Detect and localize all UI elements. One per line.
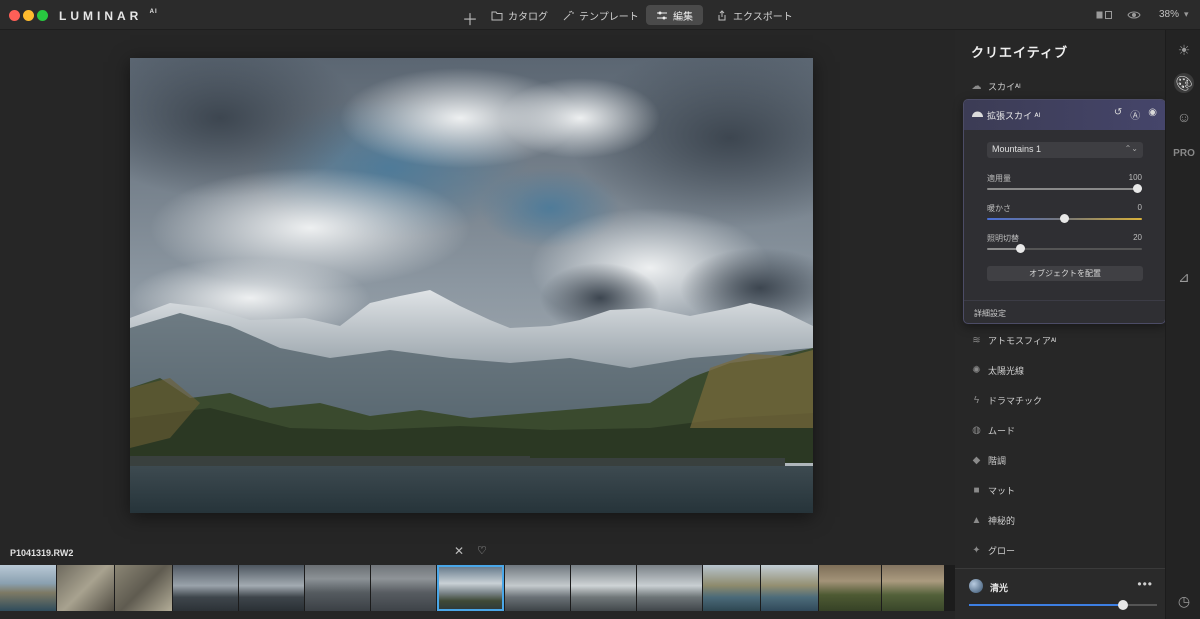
filmstrip-thumbnail[interactable] — [305, 565, 370, 611]
reject-icon[interactable]: ✕ — [454, 544, 464, 558]
luminance-label: 清光 — [990, 583, 1009, 593]
filmstrip-thumbnail-selected[interactable] — [437, 565, 504, 611]
compare-icon[interactable] — [1096, 10, 1112, 20]
more-options-icon[interactable]: ••• — [1137, 577, 1153, 591]
horizon-icon — [972, 111, 983, 117]
sky-card-header[interactable]: 拡張スカイ ᴬᴵ ↺ Ⓐ ◉ — [964, 100, 1165, 130]
luminance-control: 清光 ••• — [955, 568, 1165, 619]
filmstrip-thumbnail[interactable] — [239, 565, 304, 611]
tool-category-bar: ☀ 🎨︎ ☺ PRO ⊿ ◷ — [1165, 30, 1200, 619]
tool-sky[interactable]: ☁ スカイᴬᴵ — [971, 80, 1021, 93]
tool-sunrays[interactable]: ✺ 太陽光線 — [971, 364, 1024, 377]
tool-toning[interactable]: ◆ 階調 — [971, 454, 1006, 467]
tab-export[interactable]: エクスポート — [716, 8, 793, 23]
sun-icon[interactable]: ☀ — [1174, 40, 1194, 60]
mystical-icon: ▲ — [971, 515, 982, 526]
tab-catalog[interactable]: カタログ — [491, 8, 548, 23]
slider-label-warmth: 暖かさ — [987, 204, 1011, 213]
share-icon — [718, 10, 726, 21]
luminance-slider-handle[interactable] — [1118, 600, 1129, 610]
close-window-button[interactable] — [9, 10, 20, 21]
photo-image — [130, 58, 813, 513]
slider-relight[interactable] — [987, 244, 1142, 253]
history-clock-icon[interactable]: ◷ — [1174, 591, 1194, 611]
portrait-face-icon[interactable]: ☺ — [1174, 107, 1194, 127]
sunrays-icon: ✺ — [972, 365, 981, 376]
filmstrip-thumbnail[interactable] — [57, 565, 114, 611]
ai-icon[interactable]: Ⓐ — [1130, 107, 1140, 122]
slider-handle[interactable] — [1016, 244, 1026, 253]
chevron-updown-icon: ⌃⌄ — [1124, 144, 1138, 153]
photo-canvas[interactable] — [130, 58, 813, 513]
zoom-level[interactable]: 38% — [1159, 9, 1179, 20]
reset-icon[interactable]: ↺ — [1114, 107, 1122, 122]
pro-badge[interactable]: PRO — [1173, 143, 1195, 163]
filmstrip-thumbnail[interactable] — [761, 565, 818, 611]
sky-replacement-card: 拡張スカイ ᴬᴵ ↺ Ⓐ ◉ Mountains 1 ⌃⌄ 適用量 100 暖か… — [963, 99, 1166, 324]
tool-matte[interactable]: ■ マット — [971, 484, 1015, 497]
image-filename: P1041319.RW2 — [10, 548, 74, 558]
filmstrip-thumbnail[interactable] — [0, 565, 56, 611]
filmstrip-thumbnail[interactable] — [882, 565, 944, 611]
folder-icon — [491, 11, 503, 21]
advanced-settings[interactable]: 詳細設定 — [964, 300, 1165, 323]
zoom-window-button[interactable] — [37, 10, 48, 21]
slider-handle[interactable] — [1133, 184, 1142, 193]
sky-selection-dropdown[interactable]: Mountains 1 ⌃⌄ — [987, 142, 1143, 158]
minimize-window-button[interactable] — [23, 10, 34, 21]
sliders-icon — [657, 11, 667, 19]
tool-dramatic[interactable]: ϟ ドラマチック — [971, 394, 1042, 407]
filmstrip — [0, 565, 955, 611]
filmstrip-thumbnail[interactable] — [505, 565, 570, 611]
toggle-visibility-icon[interactable]: ◉ — [1148, 107, 1157, 122]
luminance-slider[interactable] — [969, 600, 1157, 610]
slider-label-relight: 照明切替 — [987, 234, 1019, 243]
tab-edit[interactable]: 編集 — [646, 5, 703, 25]
slider-label-amount: 適用量 — [987, 174, 1011, 183]
atmosphere-icon: ≋ — [972, 335, 981, 346]
slider-amount[interactable] — [987, 184, 1142, 193]
magic-wand-icon — [563, 10, 574, 21]
place-object-button[interactable]: オブジェクトを配置 — [987, 266, 1143, 281]
tool-mood[interactable]: ◍ ムード — [971, 424, 1015, 437]
filmstrip-thumbnail[interactable] — [371, 565, 436, 611]
toning-icon: ◆ — [972, 455, 981, 466]
filmstrip-thumbnail[interactable] — [173, 565, 238, 611]
tool-atmosphere[interactable]: ≋ アトモスフィアᴬᴵ — [971, 334, 1056, 347]
slider-value-amount: 100 — [1128, 173, 1142, 182]
slider-value-warmth: 0 — [1137, 203, 1142, 212]
filmstrip-thumbnail[interactable] — [571, 565, 636, 611]
eye-icon[interactable] — [1127, 10, 1141, 20]
luminance-slider-fill — [969, 604, 1124, 606]
filmstrip-thumbnail[interactable] — [115, 565, 172, 611]
filmstrip-thumbnail[interactable] — [819, 565, 881, 611]
top-bar: LUMINAR AI ＋ カタログ テンプレート 編集 エクスポート 38% ▾ — [0, 0, 1200, 30]
mood-icon: ◍ — [972, 425, 981, 436]
slider-handle[interactable] — [1060, 214, 1069, 223]
chevron-down-icon[interactable]: ▾ — [1184, 9, 1189, 20]
filmstrip-thumbnail[interactable] — [703, 565, 760, 611]
dramatic-icon: ϟ — [973, 395, 980, 406]
cloud-icon: ☁ — [971, 81, 982, 92]
luminance-globe-icon — [969, 579, 983, 593]
tab-template[interactable]: テンプレート — [562, 8, 639, 23]
tool-mystical[interactable]: ▲ 神秘的 — [971, 514, 1015, 527]
layers-icon[interactable]: ⊿ — [1174, 267, 1194, 287]
slider-warmth[interactable] — [987, 214, 1142, 223]
favorite-heart-icon[interactable]: ♡ — [477, 544, 487, 557]
palette-icon[interactable]: 🎨︎ — [1174, 73, 1194, 93]
add-photos-button[interactable]: ＋ — [462, 6, 478, 30]
slider-value-relight: 20 — [1133, 233, 1142, 242]
filmstrip-thumbnail[interactable] — [637, 565, 702, 611]
panel-title: クリエイティブ — [971, 45, 1068, 60]
matte-icon: ■ — [973, 485, 980, 496]
tool-glow[interactable]: ✦ グロー — [971, 544, 1015, 557]
glow-icon: ✦ — [972, 545, 981, 556]
app-logo: LUMINAR AI — [59, 9, 158, 23]
